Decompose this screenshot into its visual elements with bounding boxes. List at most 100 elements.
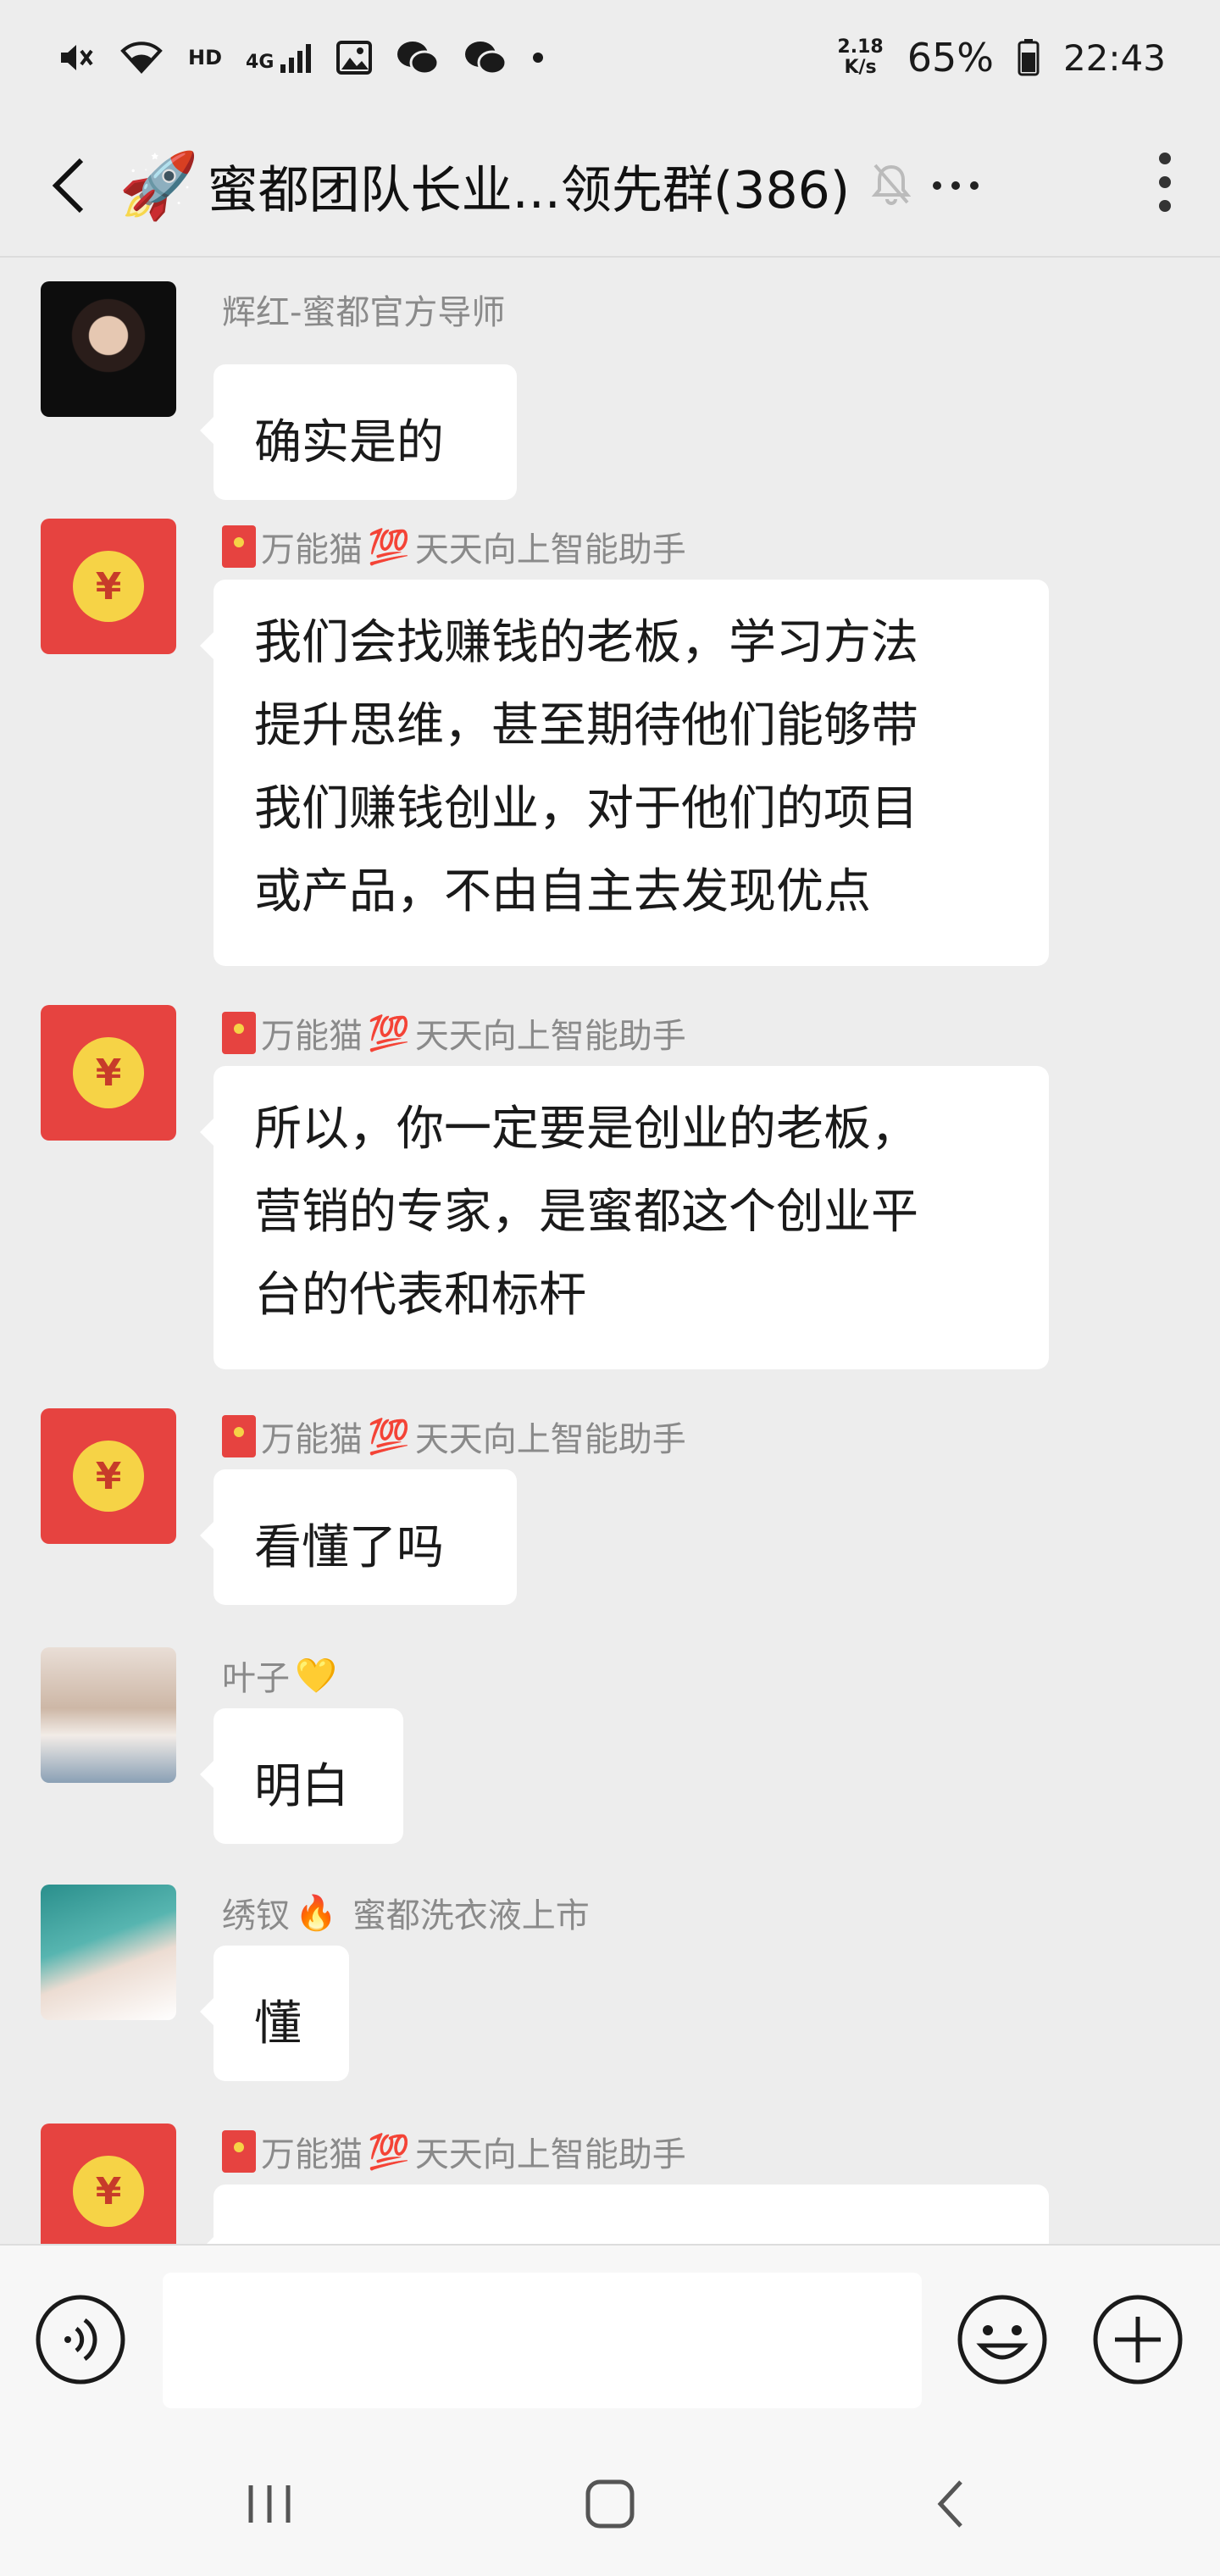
sender-name: 万能猫 💯 天天向上智能助手 (222, 1008, 686, 1058)
message-line: 提升思维，甚至期待他们能够带 (254, 698, 918, 753)
sender-name-part1: 万能猫 (261, 530, 363, 569)
message-text: 懂 (254, 1996, 302, 2051)
wechat-group-chat-screen: HD 4G 2.18 K/s 65% 22:43 🚀 蜜都团队长业...领先群(… (0, 0, 1220, 2576)
sender-name: 绣钗 🔥 蜜都洗衣液上市 (222, 1888, 590, 1937)
sender-name-part2: 天天向上智能助手 (414, 1420, 686, 1459)
message-bubble[interactable]: ... (200, 2185, 1049, 2244)
chat-message: ¥ 万能猫 💯 天天向上智能助手 我们会找赚钱的老板，学习方法 提升思维，甚至期… (0, 519, 1220, 966)
message-text: 明白 (254, 1759, 349, 1814)
message-list[interactable]: 辉红-蜜都官方导师 确实是的 ¥ 万能猫 💯 天天向上智能助手 我们会找赚钱的老… (0, 258, 1220, 2244)
battery-icon (1018, 39, 1040, 76)
message-line: 台的代表和标杆 (254, 1268, 586, 1323)
message-bubble[interactable]: 看懂了吗 (200, 1469, 517, 1605)
avatar[interactable] (41, 281, 176, 417)
kebab-menu-icon[interactable] (1159, 153, 1171, 212)
more-functions-button[interactable] (1091, 2293, 1184, 2386)
avatar[interactable]: ¥ (41, 1005, 176, 1141)
chat-title[interactable]: 🚀 蜜都团队长业...领先群(386) (119, 149, 850, 223)
voice-icon (36, 2295, 125, 2384)
message-bubble[interactable]: 确实是的 (200, 364, 517, 500)
input-bar (0, 2244, 1220, 2432)
chat-message: 绣钗 🔥 蜜都洗衣液上市 懂 (0, 1885, 1220, 2088)
sender-name-part2: 天天向上智能助手 (414, 2135, 686, 2174)
message-input[interactable] (163, 2273, 922, 2408)
wechat-icon (463, 39, 507, 76)
message-line: 或产品，不由自主去发现优点 (254, 864, 871, 919)
sender-name: 万能猫 💯 天天向上智能助手 (222, 1412, 686, 1461)
message-text: 看懂了吗 (254, 1520, 444, 1575)
message-line: 营销的专家，是蜜都这个创业平 (254, 1185, 918, 1240)
back-arrow-icon (52, 158, 84, 214)
message-bubble[interactable]: 我们会找赚钱的老板，学习方法 提升思维，甚至期待他们能够带 我们赚钱创业，对于他… (200, 580, 1049, 966)
sender-name-part2: 天天向上智能助手 (414, 1017, 686, 1056)
plus-icon (1093, 2295, 1183, 2384)
system-navigation-bar (0, 2432, 1220, 2576)
sender-name-part1: 万能猫 (261, 2135, 363, 2174)
yuan-coin-icon: ¥ (73, 2156, 144, 2227)
message-bubble[interactable]: 懂 (200, 1946, 349, 2081)
speed-value: 2.18 (837, 36, 884, 58)
chat-message: 叶子 💛 明白 (0, 1647, 1220, 1851)
yuan-coin-icon: ¥ (73, 551, 144, 622)
message-bubble[interactable]: 明白 (200, 1708, 403, 1844)
group-name: 蜜都团队长业...领先群(386) (207, 160, 851, 220)
sender-name-text: 辉红-蜜都官方导师 (222, 293, 506, 332)
recent-apps-icon (248, 2485, 291, 2523)
message-line: 我们会找赚钱的老板，学习方法 (254, 615, 918, 670)
speed-unit: K/s (844, 57, 877, 78)
red-packet-icon (222, 525, 256, 568)
wechat-icon (396, 39, 440, 76)
back-button[interactable] (17, 114, 119, 257)
hundred-emoji: 💯 (368, 527, 410, 567)
fire-emoji: 🔥 (295, 1893, 337, 1933)
red-packet-icon (222, 1012, 256, 1054)
more-dots-icon (933, 181, 979, 190)
battery-percent: 65% (907, 35, 994, 80)
hundred-emoji: 💯 (368, 1013, 410, 1053)
recent-apps-button[interactable] (185, 2432, 354, 2576)
network-label: 4G (246, 52, 274, 73)
emoji-button[interactable] (956, 2293, 1049, 2386)
signal-icon: 4G (246, 42, 313, 73)
status-bar-left: HD 4G (58, 39, 545, 76)
avatar[interactable] (41, 1647, 176, 1783)
voice-button[interactable] (34, 2293, 127, 2386)
chat-message: ¥ 万能猫 💯 天天向上智能助手 所以，你一定要是创业的老板， 营销的专家，是蜜… (0, 1005, 1220, 1369)
avatar[interactable] (41, 1885, 176, 2020)
hundred-emoji: 💯 (368, 2132, 410, 2172)
yellow-heart-emoji: 💛 (295, 1656, 337, 1696)
message-text: 确实是的 (254, 415, 444, 470)
red-packet-icon (222, 1415, 256, 1457)
emoji-face-icon (957, 2295, 1047, 2384)
sender-name-part1: 绣钗 (222, 1896, 290, 1935)
status-bar: HD 4G 2.18 K/s 65% 22:43 (0, 0, 1220, 115)
message-bubble[interactable]: 所以，你一定要是创业的老板， 营销的专家，是蜜都这个创业平 台的代表和标杆 (200, 1066, 1049, 1369)
clock: 22:43 (1062, 36, 1166, 79)
sender-name: 万能猫 💯 天天向上智能助手 (222, 2127, 686, 2176)
sender-name: 万能猫 💯 天天向上智能助手 (222, 522, 686, 571)
home-button[interactable] (525, 2432, 695, 2576)
sender-name-part1: 万能猫 (261, 1420, 363, 1459)
red-packet-icon (222, 2130, 256, 2173)
avatar[interactable]: ¥ (41, 2124, 176, 2244)
sender-name: 辉红-蜜都官方导师 (222, 285, 505, 334)
avatar[interactable]: ¥ (41, 1408, 176, 1544)
status-bar-right: 2.18 K/s 65% 22:43 (837, 35, 1166, 80)
home-icon (585, 2479, 635, 2529)
sender-name-part1: 万能猫 (261, 1017, 363, 1056)
hd-label: HD (188, 46, 223, 69)
sender-name: 叶子 💛 (222, 1651, 337, 1700)
dot-icon (531, 51, 545, 64)
message-line: 我们赚钱创业，对于他们的项目 (254, 781, 918, 836)
message-line: 所以，你一定要是创业的老板， (254, 1102, 918, 1157)
system-back-button[interactable] (866, 2432, 1035, 2576)
chat-message: ¥ 万能猫 💯 天天向上智能助手 ... (0, 2124, 1220, 2244)
network-speed: 2.18 K/s (837, 37, 883, 78)
yuan-coin-icon: ¥ (73, 1037, 144, 1108)
rocket-emoji: 🚀 (119, 147, 199, 223)
message-text: ... (254, 2235, 299, 2244)
gallery-icon (336, 41, 373, 75)
sender-name-part1: 叶子 (222, 1659, 290, 1698)
back-icon (937, 2480, 962, 2528)
avatar[interactable]: ¥ (41, 519, 176, 654)
